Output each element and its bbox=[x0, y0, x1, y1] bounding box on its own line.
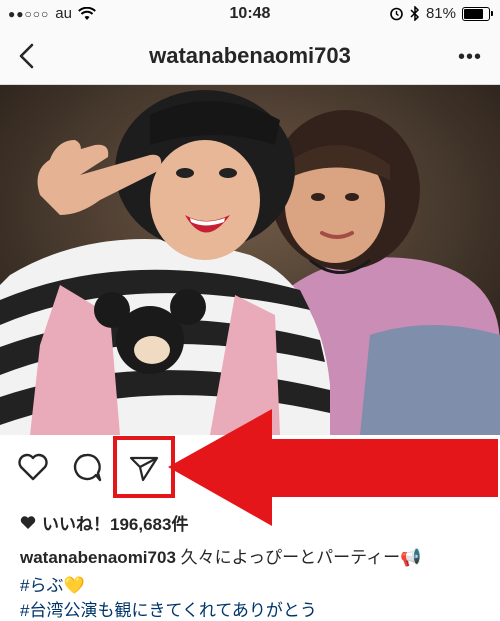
annotation-arrow-icon bbox=[168, 409, 498, 526]
battery-percent: 81% bbox=[425, 5, 456, 22]
alarm-icon bbox=[390, 7, 403, 21]
post-photo[interactable] bbox=[0, 85, 500, 435]
comment-icon[interactable] bbox=[70, 450, 104, 484]
battery-icon bbox=[462, 6, 493, 21]
status-bar: ●●○○○ au 10:48 81% bbox=[0, 0, 500, 28]
likes-label: いいね！196,683件 bbox=[42, 515, 189, 534]
battery-fill bbox=[464, 8, 484, 19]
heart-icon[interactable] bbox=[16, 450, 50, 484]
likes-count[interactable]: いいね！196,683件 bbox=[20, 510, 188, 535]
page-title[interactable]: watanabenaomi703 bbox=[0, 43, 500, 69]
navigation-bar: watanabenaomi703 ••• bbox=[0, 28, 500, 85]
status-right: 81% bbox=[389, 5, 493, 22]
filled-heart-icon bbox=[20, 516, 36, 529]
post-caption: watanabenaomi703 久々によっぴーとパーティー📢 bbox=[20, 543, 421, 568]
caption-username[interactable]: watanabenaomi703 bbox=[20, 548, 176, 567]
hashtag-taiwan[interactable]: #台湾公演も観にきてくれてありがとう bbox=[20, 596, 317, 621]
hashtag-love[interactable]: #らぶ💛 bbox=[20, 571, 85, 596]
more-options-icon[interactable]: ••• bbox=[458, 46, 482, 69]
bluetooth-icon bbox=[410, 6, 420, 21]
caption-text: 久々によっぴーとパーティー📢 bbox=[175, 548, 422, 567]
photo-illustration bbox=[0, 85, 500, 435]
